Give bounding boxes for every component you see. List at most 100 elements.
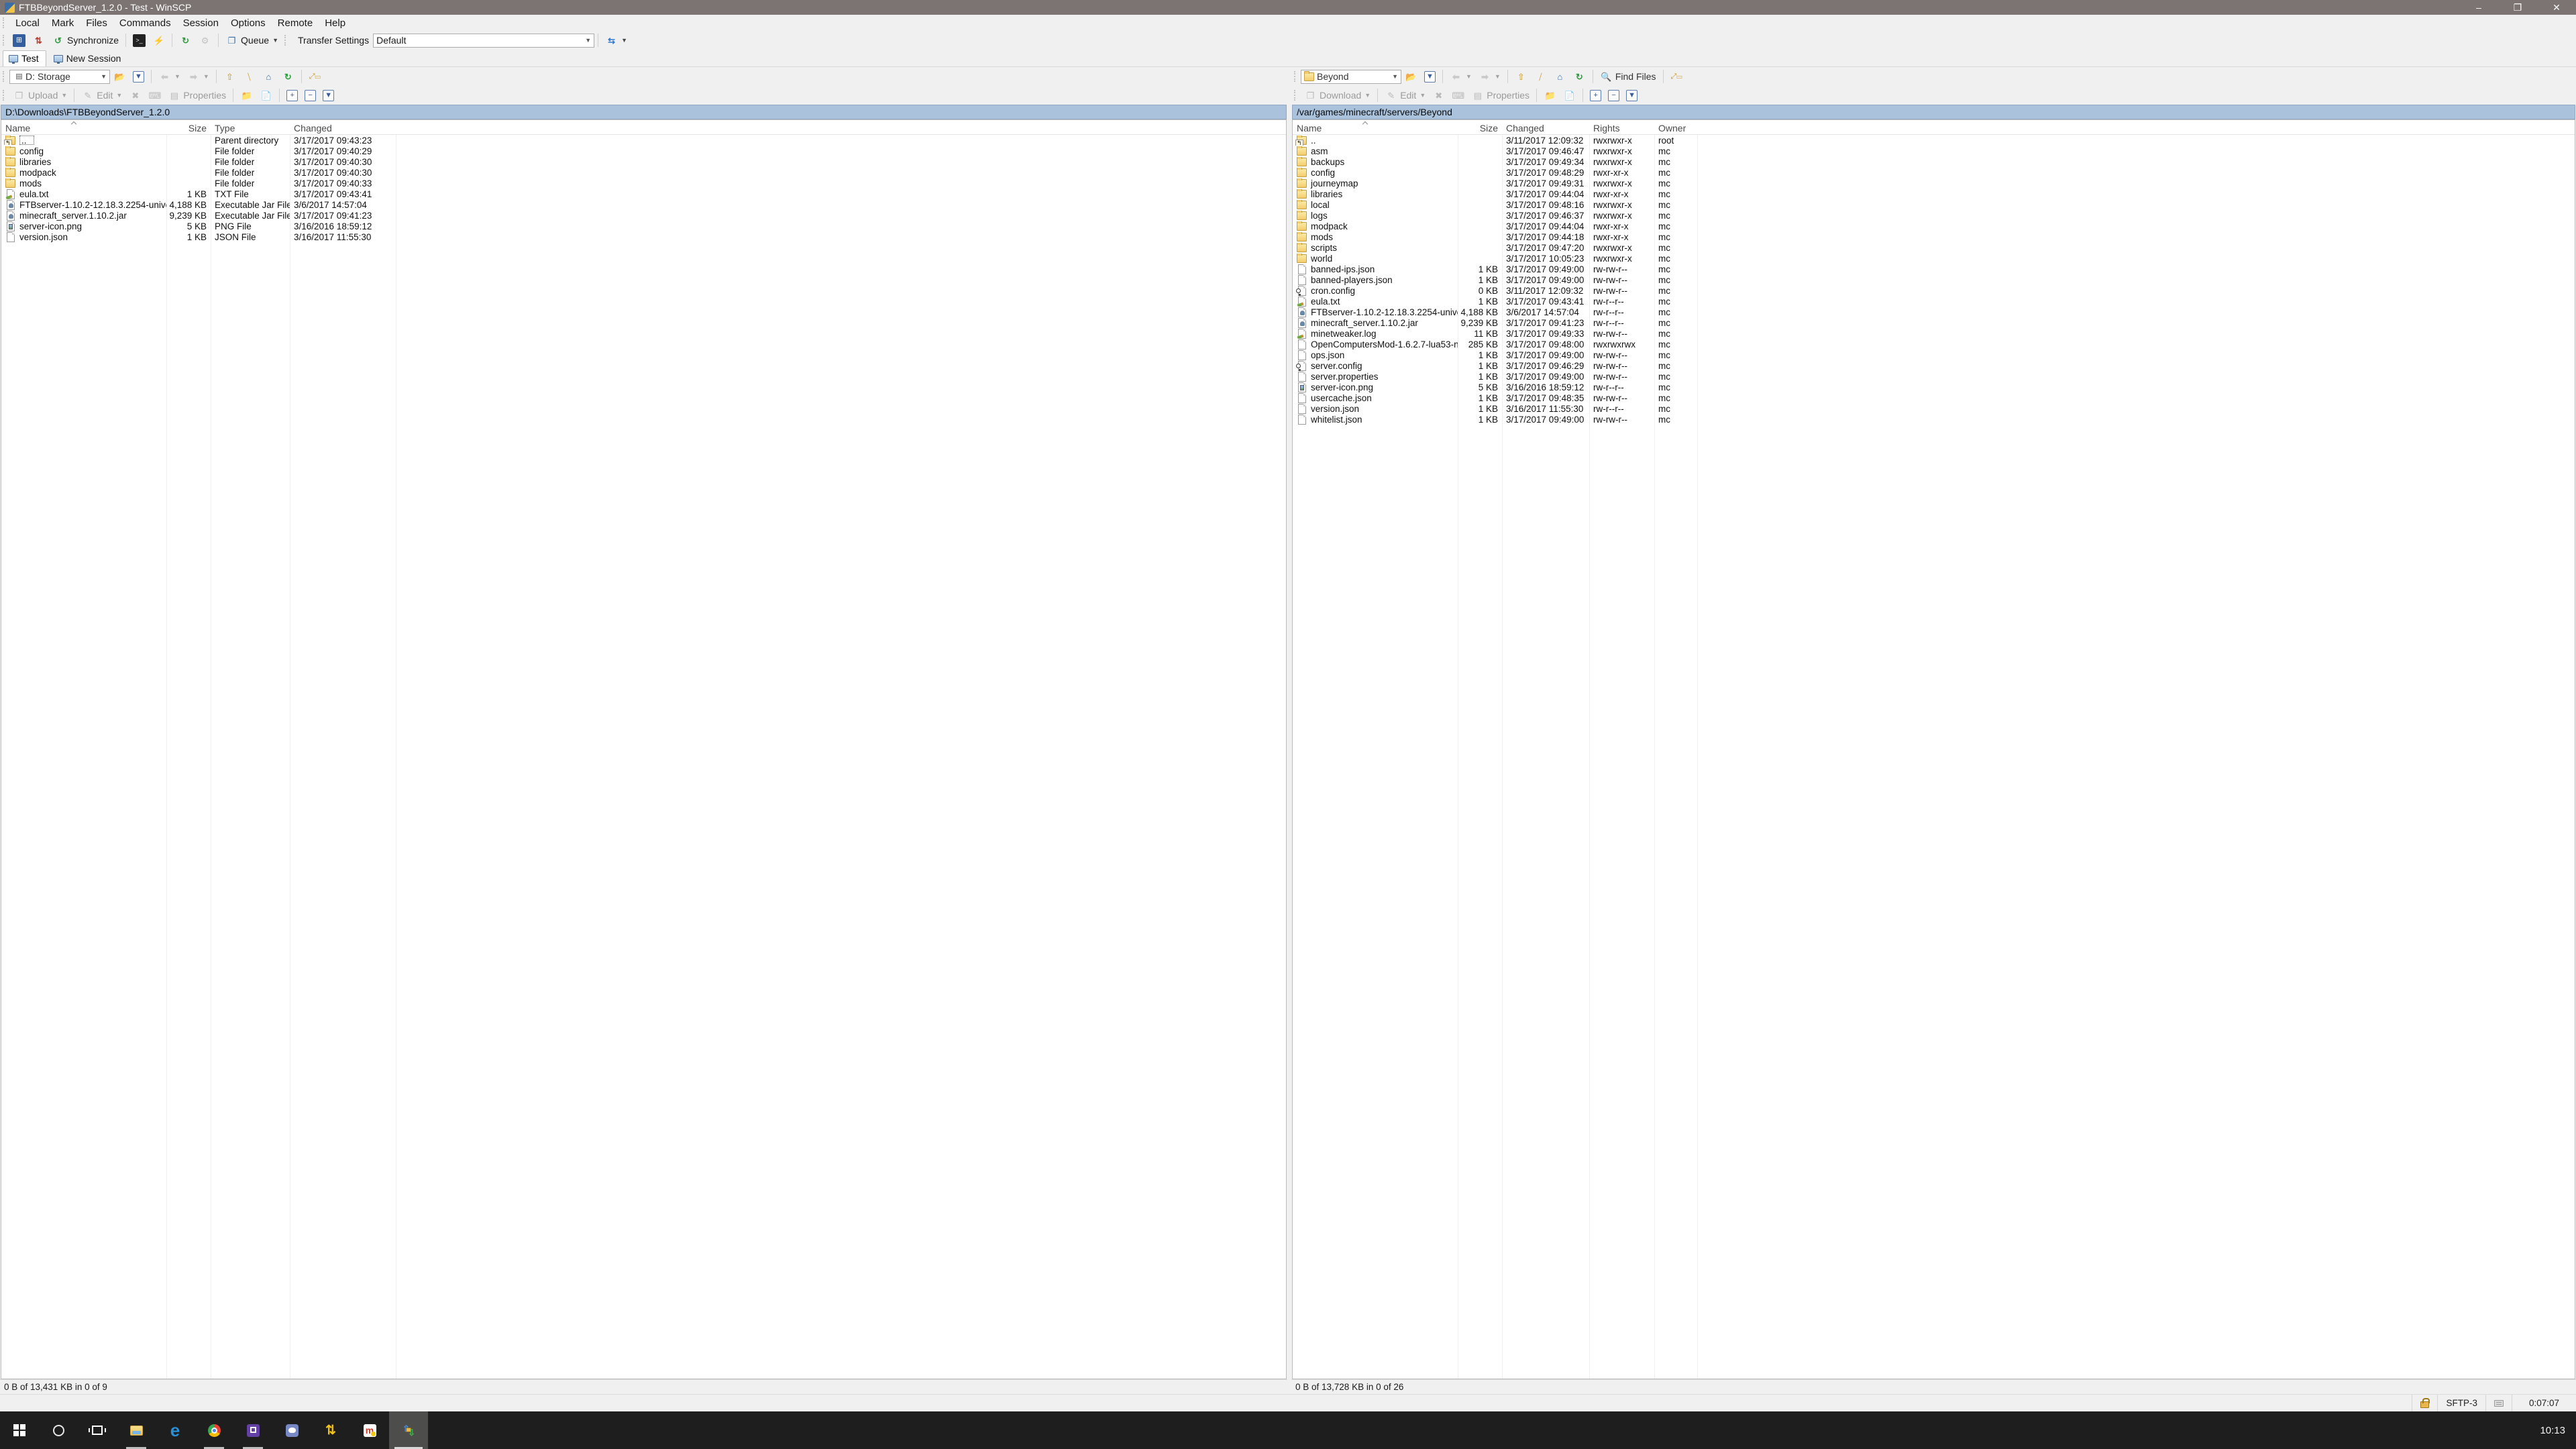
taskbar-clock[interactable]: 10:13 (2529, 1411, 2576, 1449)
restore-button[interactable]: ❐ (2498, 0, 2537, 15)
menu-remote[interactable]: Remote (272, 15, 319, 31)
column-header-changed[interactable]: Changed (290, 123, 396, 133)
taskbar-edge[interactable]: e (156, 1411, 195, 1449)
encryption-status-cell[interactable] (2412, 1395, 2437, 1411)
file-row[interactable]: local3/17/2017 09:48:16rwxrwxr-xmc (1293, 199, 2575, 210)
file-row[interactable]: logs3/17/2017 09:46:37rwxrwxr-xmc (1293, 210, 2575, 221)
file-row[interactable]: modpackFile folder3/17/2017 09:40:30 (1, 167, 1286, 178)
file-row[interactable]: minecraft_server.1.10.2.jar9,239 KBExecu… (1, 210, 1286, 221)
compare-directories-button[interactable]: ⊞ (9, 32, 29, 49)
file-row[interactable]: mods3/17/2017 09:44:18rwxr-xr-xmc (1293, 231, 2575, 242)
new-folder-button[interactable]: 📁 (1540, 87, 1560, 104)
back-button[interactable]: ⬅▼ (155, 68, 184, 85)
transfer-options-button[interactable]: ⇆ ▼ (602, 32, 631, 49)
preferences-button[interactable]: ⚙ (195, 32, 215, 49)
add-symlink-button[interactable]: ⤢▭ (305, 68, 325, 85)
new-file-button[interactable]: 📄 (256, 87, 276, 104)
file-row[interactable]: minecraft_server.1.10.2.jar9,239 KB3/17/… (1293, 317, 2575, 328)
file-row[interactable]: minetweaker.log11 KB3/17/2017 09:49:33rw… (1293, 328, 2575, 339)
file-row[interactable]: cron.config0 KB3/11/2017 12:09:32rw-rw-r… (1293, 285, 2575, 296)
protocol-cell[interactable]: SFTP-3 (2437, 1395, 2485, 1411)
select-same-extension-button[interactable]: ▼ (319, 88, 337, 103)
file-row[interactable]: server-icon.png5 KB3/16/2016 18:59:12rw-… (1293, 382, 2575, 392)
home-directory-button[interactable]: ⌂ (1550, 68, 1570, 85)
file-row[interactable]: scripts3/17/2017 09:47:20rwxrwxr-xmc (1293, 242, 2575, 253)
local-drive-select[interactable]: ▤ D: Storage ▼ (9, 70, 110, 84)
close-button[interactable]: ✕ (2537, 0, 2576, 15)
file-row[interactable]: server.config1 KB3/17/2017 09:46:29rw-rw… (1293, 360, 2575, 371)
filter-button[interactable]: ▼ (1421, 69, 1439, 85)
unselect-files-button[interactable]: − (301, 88, 319, 103)
open-directory-button[interactable]: 📂 (1401, 68, 1421, 85)
taskbar-twitch[interactable] (233, 1411, 272, 1449)
file-row[interactable]: banned-ips.json1 KB3/17/2017 09:49:00rw-… (1293, 264, 2575, 274)
file-row[interactable]: OpenComputersMod-1.6.2.7-lua53-nati...28… (1293, 339, 2575, 350)
file-row[interactable]: usercache.json1 KB3/17/2017 09:48:35rw-r… (1293, 392, 2575, 403)
refresh-panel-button[interactable]: ↻ (1570, 68, 1589, 85)
file-row[interactable]: FTBserver-1.10.2-12.18.3.2254-universal.… (1, 199, 1286, 210)
column-header-owner[interactable]: Owner (1654, 123, 1697, 133)
column-divider[interactable] (1654, 120, 1655, 1379)
file-row[interactable]: server-icon.png5 KBPNG File3/16/2016 18:… (1, 221, 1286, 231)
select-files-button[interactable]: + (1587, 88, 1605, 103)
unselect-files-button[interactable]: − (1605, 88, 1623, 103)
forward-button[interactable]: ➡▼ (1475, 68, 1504, 85)
menu-files[interactable]: Files (80, 15, 113, 31)
menu-mark[interactable]: Mark (46, 15, 80, 31)
open-terminal-button[interactable]: >_ (129, 32, 149, 49)
file-row[interactable]: modsFile folder3/17/2017 09:40:33 (1, 178, 1286, 189)
upload-button[interactable]: ❐ Upload ▼ (9, 87, 70, 104)
rename-button[interactable]: ⌨ (1448, 87, 1468, 104)
file-row[interactable]: backups3/17/2017 09:49:34rwxrwxr-xmc (1293, 156, 2575, 167)
file-row[interactable]: config3/17/2017 09:48:29rwxr-xr-xmc (1293, 167, 2575, 178)
file-row[interactable]: eula.txt1 KB3/17/2017 09:43:41rw-r--r--m… (1293, 296, 2575, 307)
file-row[interactable]: ..3/11/2017 12:09:32rwxrwxr-xroot (1293, 135, 2575, 146)
file-row[interactable]: librariesFile folder3/17/2017 09:40:30 (1, 156, 1286, 167)
column-header-size[interactable]: Size (1458, 123, 1502, 133)
menu-session[interactable]: Session (177, 15, 225, 31)
back-button[interactable]: ⬅▼ (1446, 68, 1475, 85)
open-console-button[interactable]: ⚡ (149, 32, 168, 49)
menu-local[interactable]: Local (9, 15, 46, 31)
file-row[interactable]: ops.json1 KB3/17/2017 09:49:00rw-rw-r--m… (1293, 350, 2575, 360)
local-path-bar[interactable]: D:\Downloads\FTBBeyondServer_1.2.0 (1, 105, 1287, 119)
column-divider[interactable] (1697, 120, 1698, 1379)
root-directory-button[interactable]: ⧹ (239, 68, 259, 85)
tab-new-session[interactable]: New Session (48, 50, 129, 66)
file-row[interactable]: ..Parent directory3/17/2017 09:43:23 (1, 135, 1286, 146)
taskbar-mirc[interactable]: m (350, 1411, 389, 1449)
queue-button[interactable]: ❐ Queue ▼ (222, 32, 282, 49)
file-row[interactable]: libraries3/17/2017 09:44:04rwxr-xr-xmc (1293, 189, 2575, 199)
taskbar-chrome[interactable] (195, 1411, 233, 1449)
file-row[interactable]: banned-players.json1 KB3/17/2017 09:49:0… (1293, 274, 2575, 285)
file-row[interactable]: world3/17/2017 10:05:23rwxrwxr-xmc (1293, 253, 2575, 264)
column-header-type[interactable]: Type (211, 123, 290, 133)
select-same-extension-button[interactable]: ▼ (1623, 88, 1641, 103)
filter-button[interactable]: ▼ (129, 69, 148, 85)
file-row[interactable]: eula.txt1 KBTXT File3/17/2017 09:43:41 (1, 189, 1286, 199)
parent-directory-button[interactable]: ⇧ (220, 68, 239, 85)
column-header-changed[interactable]: Changed (1502, 123, 1589, 133)
forward-button[interactable]: ➡▼ (184, 68, 213, 85)
synchronize-button[interactable]: ↺ Synchronize (48, 32, 122, 49)
remote-directory-select[interactable]: Beyond ▼ (1301, 70, 1401, 84)
file-row[interactable]: configFile folder3/17/2017 09:40:29 (1, 146, 1286, 156)
taskbar-winscp[interactable]: ⇧⇩ (389, 1411, 428, 1449)
file-row[interactable]: server.properties1 KB3/17/2017 09:49:00r… (1293, 371, 2575, 382)
minimize-button[interactable]: – (2459, 0, 2498, 15)
column-header-name[interactable]: Name (1, 123, 166, 133)
menu-commands[interactable]: Commands (113, 15, 177, 31)
column-divider[interactable] (1502, 120, 1503, 1379)
column-divider[interactable] (1589, 120, 1590, 1379)
new-file-button[interactable]: 📄 (1560, 87, 1579, 104)
delete-button[interactable]: ✖ (125, 87, 145, 104)
column-divider[interactable] (166, 120, 167, 1379)
edit-button[interactable]: ✎ Edit ▼ (1381, 87, 1429, 104)
add-symlink-button[interactable]: ⤢▭ (1667, 68, 1686, 85)
transfer-settings-select[interactable]: Default ▼ (373, 34, 594, 48)
refresh-panel-button[interactable]: ↻ (278, 68, 298, 85)
file-row[interactable]: version.json1 KB3/16/2017 11:55:30rw-r--… (1293, 403, 2575, 414)
properties-button[interactable]: ▤ Properties (164, 87, 229, 104)
delete-button[interactable]: ✖ (1429, 87, 1448, 104)
file-row[interactable]: modpack3/17/2017 09:44:04rwxr-xr-xmc (1293, 221, 2575, 231)
